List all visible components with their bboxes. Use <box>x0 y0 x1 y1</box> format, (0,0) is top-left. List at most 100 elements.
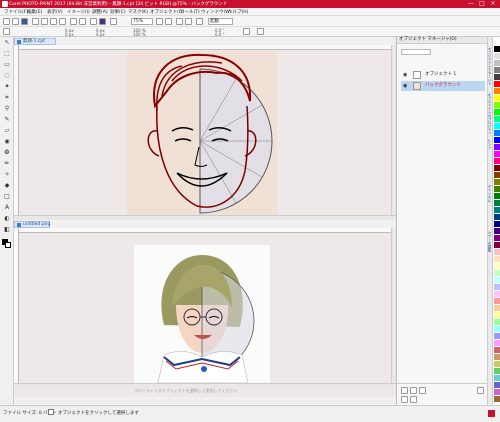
palette-swatch[interactable] <box>494 67 500 73</box>
palette-swatch[interactable] <box>494 193 500 199</box>
options-icon[interactable] <box>196 18 203 25</box>
merge-icon[interactable] <box>419 387 426 394</box>
palette-swatch[interactable] <box>494 151 500 157</box>
shape-icon[interactable]: □ <box>3 193 11 201</box>
palette-swatch[interactable] <box>494 277 500 283</box>
crop-icon[interactable] <box>110 18 117 25</box>
rotation-2[interactable]: 0.0 ° <box>215 32 225 37</box>
reset-icon[interactable] <box>3 28 10 35</box>
object-row-selected[interactable]: ◉ バックグラウンド <box>401 81 485 91</box>
palette-swatch[interactable] <box>494 361 500 367</box>
palette-swatch[interactable] <box>494 53 500 59</box>
h-value[interactable]: 0 px <box>96 32 105 37</box>
hand-icon[interactable] <box>165 18 172 25</box>
tab-doc1[interactable]: 無題-1.cpt <box>14 38 56 45</box>
pick-tool-icon[interactable]: ↖ <box>3 39 11 47</box>
canvas-image-1[interactable] <box>127 51 277 215</box>
palette-swatch[interactable] <box>494 137 500 143</box>
vertical-ruler[interactable] <box>14 45 19 215</box>
palette-swatch[interactable] <box>494 165 500 171</box>
ruler-icon[interactable] <box>185 18 192 25</box>
grid-icon[interactable] <box>176 18 183 25</box>
undo-icon[interactable] <box>70 18 77 25</box>
menu-mask[interactable]: マスク(K) <box>128 9 148 15</box>
menu-edit[interactable]: 編集(E) <box>27 9 42 15</box>
palette-swatch[interactable] <box>494 263 500 269</box>
palette-swatch[interactable] <box>494 305 500 311</box>
palette-swatch[interactable] <box>494 130 500 136</box>
palette-swatch[interactable] <box>494 172 500 178</box>
new-layer-icon[interactable] <box>410 387 417 394</box>
redo-icon[interactable] <box>79 18 86 25</box>
palette-swatch[interactable] <box>494 179 500 185</box>
minimize-button[interactable]: — <box>466 0 476 8</box>
cut-icon[interactable] <box>41 18 48 25</box>
palette-swatch[interactable] <box>494 74 500 80</box>
palette-swatch[interactable] <box>494 291 500 297</box>
crop-tool-icon[interactable]: ⌗ <box>3 94 11 102</box>
background-color-swatch[interactable] <box>5 242 11 248</box>
maximize-button[interactable]: □ <box>477 0 487 8</box>
palette-swatch[interactable] <box>494 389 500 395</box>
palette-swatch[interactable] <box>494 144 500 150</box>
print-icon[interactable] <box>32 18 39 25</box>
palette-swatch[interactable] <box>494 249 500 255</box>
palette-swatch[interactable] <box>494 340 500 346</box>
menu-tools[interactable]: ツール(T) <box>180 9 200 15</box>
document-window-2[interactable]: フローティングオブジェクトを選択して変形してください <box>14 228 396 397</box>
object-row[interactable]: ◉ オブジェクト 1 <box>401 70 485 80</box>
lasso-mask-icon[interactable]: ◌ <box>3 72 11 80</box>
menu-file[interactable]: ファイル(F) <box>4 9 28 15</box>
eye-icon[interactable]: ◉ <box>403 81 407 91</box>
palette-swatch[interactable] <box>494 326 500 332</box>
text-tool-icon[interactable]: A <box>3 204 11 212</box>
transparency-icon[interactable]: ◧ <box>3 226 11 234</box>
palette-swatch[interactable] <box>494 95 500 101</box>
status-toggle-icon[interactable] <box>48 409 54 415</box>
menu-adjust[interactable]: 調整(A) <box>92 9 108 15</box>
y-value[interactable]: 0 px <box>65 32 74 37</box>
palette-swatch[interactable] <box>494 235 500 241</box>
new-object-icon[interactable] <box>401 387 408 394</box>
menu-help[interactable]: ヘルプ(H) <box>228 9 248 15</box>
horizontal-ruler[interactable] <box>19 228 391 233</box>
palette-swatch[interactable] <box>494 186 500 192</box>
close-button[interactable]: × <box>488 0 498 8</box>
palette-swatch[interactable] <box>494 123 500 129</box>
palette-swatch[interactable] <box>494 270 500 276</box>
rectangle-mask-icon[interactable]: ▭ <box>3 61 11 69</box>
apply-icon[interactable] <box>243 28 250 35</box>
palette-swatch[interactable] <box>494 312 500 318</box>
palette-swatch[interactable] <box>494 228 500 234</box>
transform-icon[interactable] <box>257 28 264 35</box>
palette-swatch[interactable] <box>494 242 500 248</box>
tab-doc2[interactable]: untitled.png <box>14 221 50 228</box>
palette-swatch[interactable] <box>494 333 500 339</box>
lock-icon[interactable] <box>401 396 408 403</box>
palette-swatch[interactable] <box>494 396 500 402</box>
menu-effects[interactable]: 効果(C) <box>110 9 126 15</box>
startup-select[interactable]: 起動 <box>208 18 233 25</box>
palette-swatch[interactable] <box>494 319 500 325</box>
palette-swatch[interactable] <box>494 116 500 122</box>
palette-swatch[interactable] <box>494 298 500 304</box>
horizontal-ruler[interactable] <box>19 45 391 50</box>
copy-icon[interactable] <box>50 18 57 25</box>
import-icon[interactable] <box>90 18 97 25</box>
magic-wand-icon[interactable]: ✦ <box>3 83 11 91</box>
eyedropper-icon[interactable]: ✎ <box>3 116 11 124</box>
delete-icon[interactable] <box>477 387 484 394</box>
canvas-image-2[interactable] <box>134 245 270 384</box>
drop-shadow-icon[interactable]: ◐ <box>3 215 11 223</box>
save-icon[interactable] <box>21 18 28 25</box>
zoom-tool-icon[interactable]: ⚲ <box>3 105 11 113</box>
menu-object[interactable]: オブジェクト(O) <box>150 9 184 15</box>
open-icon[interactable] <box>12 18 19 25</box>
h-percent[interactable]: 100 % <box>133 32 146 37</box>
new-icon[interactable] <box>3 18 10 25</box>
palette-swatch[interactable] <box>494 81 500 87</box>
palette-swatch[interactable] <box>494 382 500 388</box>
clone-icon[interactable]: ❂ <box>3 149 11 157</box>
paste-icon[interactable] <box>59 18 66 25</box>
palette-swatch[interactable] <box>494 60 500 66</box>
